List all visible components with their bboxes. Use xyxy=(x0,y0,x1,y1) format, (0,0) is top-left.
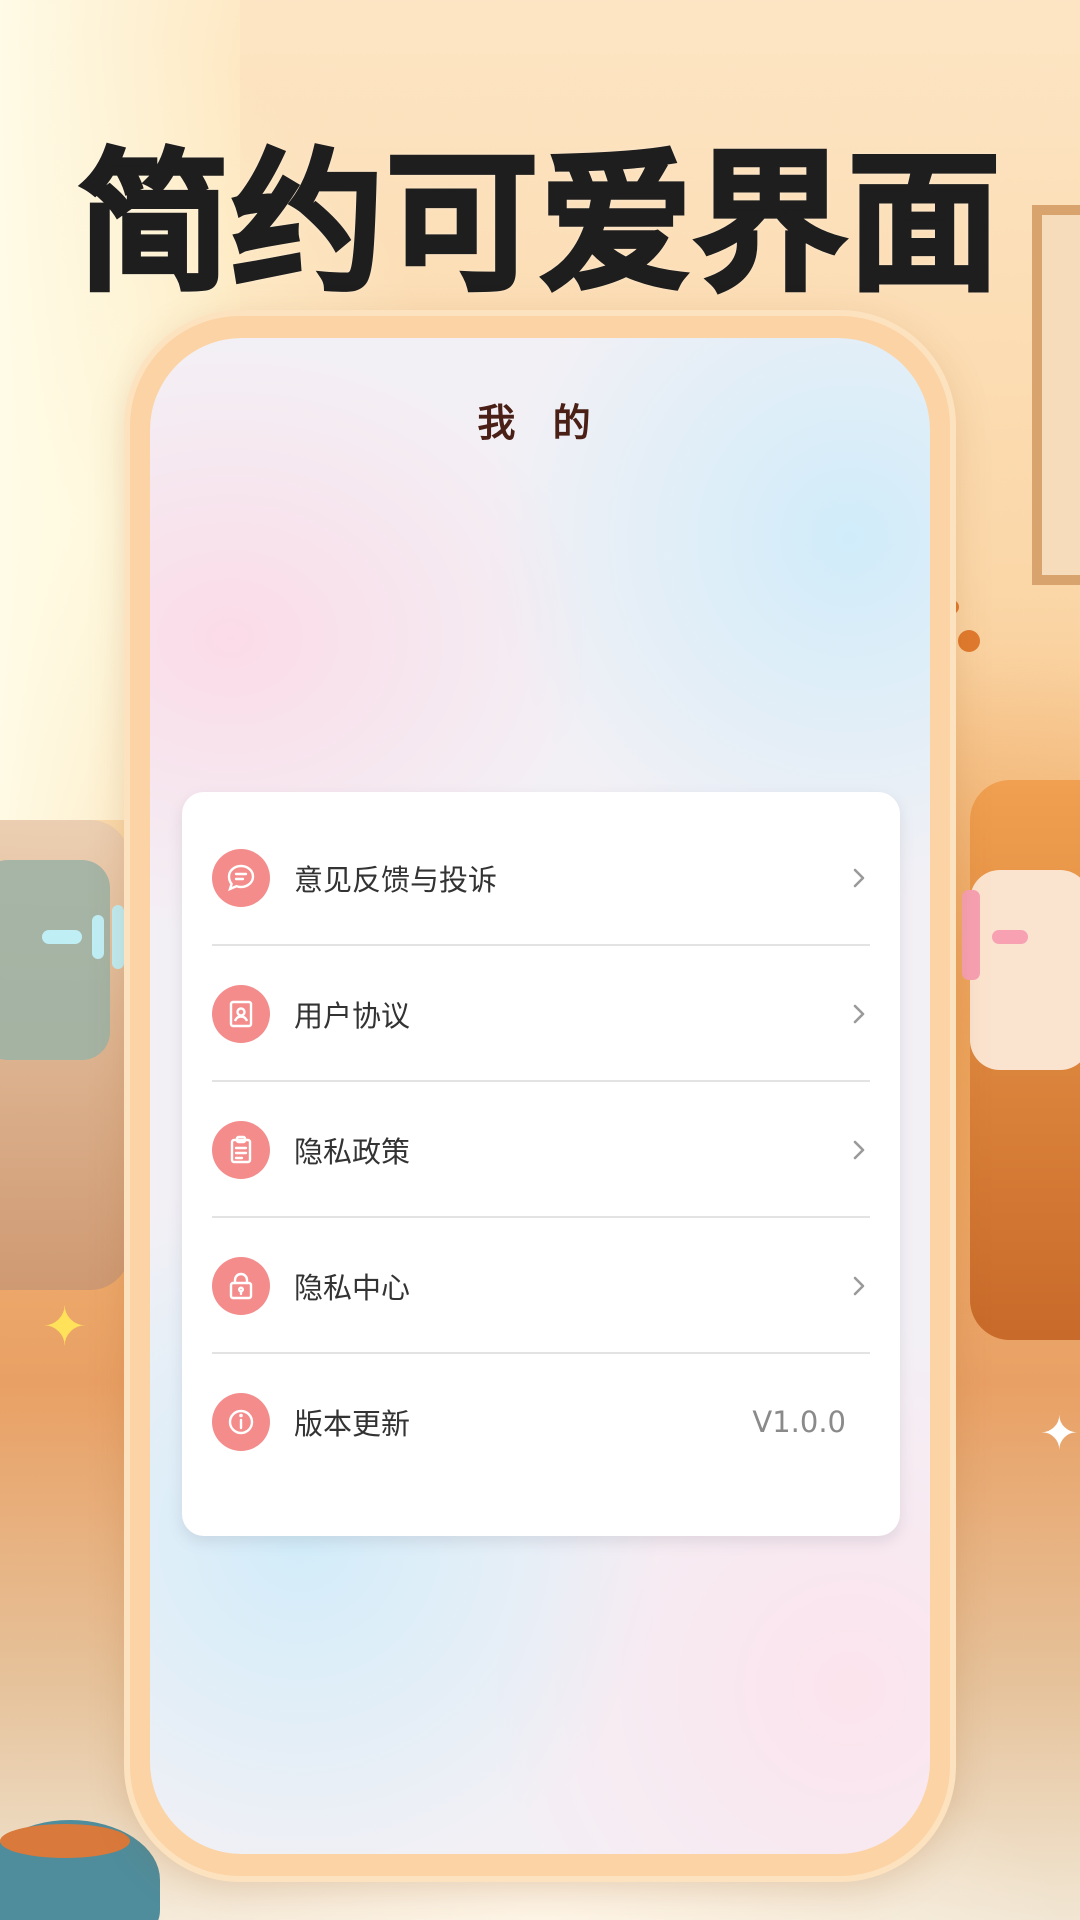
menu-item-privacy-policy[interactable]: 隐私政策 xyxy=(182,1082,900,1218)
menu-item-label: 版本更新 xyxy=(294,1407,411,1441)
phone-screen: 我 的 意见反馈与投诉 用户协议 隐私政策 隐私中心 版本更新 V1.0.0 xyxy=(150,338,930,1854)
promo-headline: 简约可爱界面 xyxy=(76,133,1002,314)
menu-item-label: 意见反馈与投诉 xyxy=(294,863,498,897)
sound-wave-icon xyxy=(42,930,82,944)
clipboard-icon xyxy=(212,1121,270,1179)
info-icon xyxy=(212,1393,270,1451)
background-pillow-left xyxy=(0,860,110,1060)
version-value: V1.0.0 xyxy=(752,1405,846,1439)
page-title: 我 的 xyxy=(477,401,603,445)
sound-wave-icon xyxy=(112,905,124,969)
menu-item-version-update[interactable]: 版本更新 V1.0.0 xyxy=(182,1354,900,1490)
sparkle-icon: ✦ xyxy=(42,1295,88,1358)
settings-menu-card: 意见反馈与投诉 用户协议 隐私政策 隐私中心 版本更新 V1.0.0 xyxy=(182,792,900,1536)
paw-icon xyxy=(958,630,980,652)
agreement-icon xyxy=(212,985,270,1043)
chevron-right-icon xyxy=(853,1140,865,1160)
sound-wave-icon xyxy=(962,890,980,980)
menu-item-label: 用户协议 xyxy=(294,999,411,1033)
menu-item-label: 隐私中心 xyxy=(294,1271,411,1305)
sound-wave-icon xyxy=(92,915,104,959)
background-pet-food xyxy=(0,1824,130,1858)
chevron-right-icon xyxy=(853,1004,865,1024)
menu-item-feedback[interactable]: 意见反馈与投诉 xyxy=(182,810,900,946)
menu-item-label: 隐私政策 xyxy=(294,1135,411,1169)
lock-icon xyxy=(212,1257,270,1315)
phone-frame: 我 的 意见反馈与投诉 用户协议 隐私政策 隐私中心 版本更新 V1.0.0 xyxy=(130,316,950,1876)
feedback-icon xyxy=(212,849,270,907)
background-pillow-right xyxy=(970,870,1080,1070)
chevron-right-icon xyxy=(853,1276,865,1296)
menu-item-user-agreement[interactable]: 用户协议 xyxy=(182,946,900,1082)
sparkle-icon: ✦ xyxy=(1040,1406,1079,1460)
chevron-right-icon xyxy=(853,868,865,888)
sound-wave-icon xyxy=(992,930,1028,944)
menu-item-privacy-center[interactable]: 隐私中心 xyxy=(182,1218,900,1354)
